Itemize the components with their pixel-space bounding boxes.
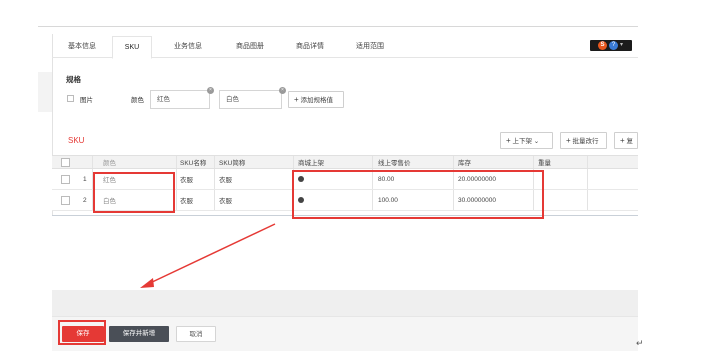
tab-basic-info[interactable]: 基本信息	[52, 36, 112, 57]
cancel-button[interactable]: 取消	[176, 326, 216, 342]
plus-icon: +	[566, 136, 571, 145]
tab-bar: 基本信息 SKU 业务信息 商品图册 商品详情 适用范围	[52, 36, 638, 59]
sku-section-title: SKU	[68, 136, 85, 145]
tab-product-album[interactable]: 商品图册	[222, 36, 278, 57]
annotation-box-color	[93, 172, 175, 213]
return-mark-icon: ↵	[636, 338, 644, 348]
add-spec-value-label: 添加规格值	[300, 97, 333, 104]
image-checkbox-label: 图片	[80, 97, 93, 104]
select-all-checkbox[interactable]	[61, 157, 70, 167]
toolbar-icon-strip: S ? ▾	[590, 40, 632, 51]
tab-scope[interactable]: 适用范围	[342, 36, 398, 57]
row-sku-short-name[interactable]: 衣服	[219, 190, 232, 210]
row-index: 1	[83, 175, 87, 183]
plus-icon: +	[506, 136, 511, 145]
col-header-sku-short-name: SKU简称	[219, 160, 246, 167]
annotation-box-save	[58, 320, 106, 345]
row-checkbox[interactable]	[61, 174, 70, 184]
row-index: 2	[83, 196, 87, 204]
copy-label: 复	[626, 138, 633, 145]
annotation-arrow	[140, 223, 276, 288]
batch-modify-label: 批量改行	[572, 138, 599, 145]
annotation-box-price-stock	[292, 170, 544, 219]
shelf-toggle-label: 上下架	[512, 138, 532, 145]
spec-section-title: 规格	[66, 75, 81, 84]
row-checkbox[interactable]	[61, 195, 70, 205]
color-value-input-white[interactable]: 白色	[219, 90, 282, 109]
col-header-sku-name: SKU名称	[180, 160, 207, 167]
col-header-mall-shelf: 商城上架	[298, 160, 324, 167]
col-header-weight: 重量	[538, 160, 551, 167]
row-sku-name[interactable]: 衣服	[180, 190, 193, 210]
plus-icon: +	[294, 95, 299, 104]
batch-modify-button[interactable]: + 批量改行	[560, 132, 607, 149]
chevron-down-icon: ⌄	[533, 138, 540, 145]
row-sku-short-name[interactable]: 衣服	[219, 169, 232, 189]
sku-table-header: 颜色 SKU名称 SKU简称 商城上架 线上零售价 库存 重量	[52, 155, 638, 169]
close-icon[interactable]: ×	[207, 87, 214, 94]
add-spec-value-button[interactable]: + 添加规格值	[288, 91, 344, 108]
plus-icon: +	[620, 136, 625, 145]
col-header-online-price: 线上零售价	[378, 160, 411, 167]
shelf-toggle-button[interactable]: + 上下架 ⌄	[500, 132, 553, 149]
color-spec-label: 颜色	[131, 97, 144, 104]
tab-sku[interactable]: SKU	[112, 36, 152, 59]
copy-button[interactable]: + 复	[614, 132, 638, 149]
top-divider	[38, 26, 638, 27]
s-brand-icon[interactable]: S	[598, 41, 607, 50]
image-checkbox[interactable]	[67, 95, 74, 102]
color-value-input-red[interactable]: 红色	[150, 90, 210, 109]
tab-product-detail[interactable]: 商品详情	[282, 36, 338, 57]
dropdown-icon[interactable]: ▾	[620, 41, 626, 50]
close-icon[interactable]: ×	[279, 87, 286, 94]
row-sku-name[interactable]: 衣服	[180, 169, 193, 189]
help-icon[interactable]: ?	[609, 41, 618, 50]
tab-business-info[interactable]: 业务信息	[160, 36, 216, 57]
col-header-color: 颜色	[103, 160, 116, 167]
left-panel-strip	[38, 72, 52, 112]
save-and-new-button[interactable]: 保存并新增	[109, 326, 169, 342]
col-header-stock: 库存	[458, 160, 471, 167]
